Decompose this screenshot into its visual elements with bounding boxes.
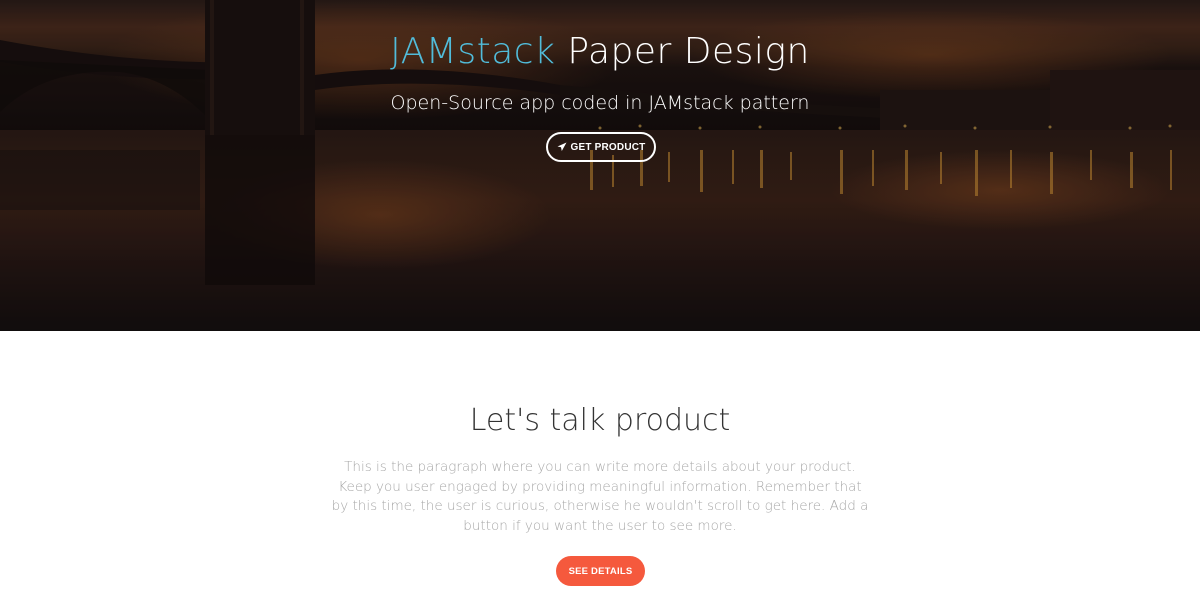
hero-subtitle: Open-Source app coded in JAMstack patter…: [390, 92, 810, 114]
hero-content: JAMstack Paper Design Open-Source app co…: [0, 0, 1200, 331]
section-description: This is the paragraph where you can writ…: [331, 459, 869, 534]
get-product-button[interactable]: GET PRODUCT: [546, 132, 656, 162]
hero-section: JAMstack Paper Design Open-Source app co…: [0, 0, 1200, 331]
hero-title: JAMstack Paper Design: [0, 31, 1200, 72]
hero-title-rest: Paper Design: [555, 31, 810, 72]
product-section: Let's talk product This is the paragraph…: [0, 331, 1200, 600]
section-title: Let's talk product: [469, 403, 731, 438]
get-product-label: GET PRODUCT: [570, 141, 646, 153]
see-details-button[interactable]: SEE DETAILS: [556, 556, 645, 586]
rocket-icon: [557, 142, 567, 152]
hero-title-accent: JAMstack: [390, 31, 556, 72]
